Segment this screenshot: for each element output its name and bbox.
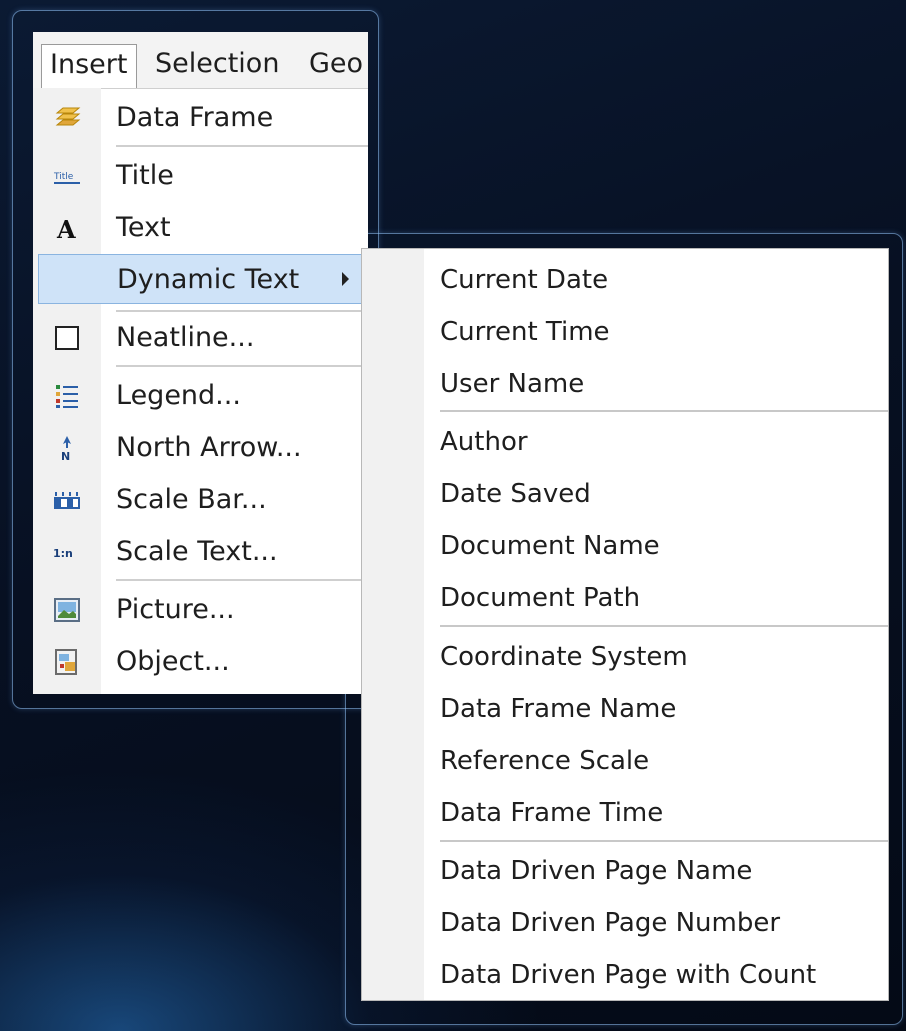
menu-item-picture[interactable]: Picture... xyxy=(33,585,368,635)
menu-separator xyxy=(116,365,368,367)
submenu-item-label: Data Driven Page with Count xyxy=(440,960,817,990)
menu-item-neatline[interactable]: Neatline... xyxy=(33,313,368,363)
submenu-item-data-driven-page-number[interactable]: Data Driven Page Number xyxy=(362,897,888,949)
svg-text:Title: Title xyxy=(53,172,74,182)
scale-text-icon: 1:n xyxy=(53,547,73,560)
submenu-item-data-frame-name[interactable]: Data Frame Name xyxy=(362,683,888,735)
menu-item-label: Scale Text... xyxy=(116,536,278,567)
insert-menu: Insert Selection Geo Data Frame Title Ti… xyxy=(33,32,368,694)
submenu-separator xyxy=(440,625,888,627)
north-arrow-icon: N xyxy=(61,436,71,462)
menu-item-scale-bar[interactable]: Scale Bar... xyxy=(33,475,368,525)
menu-separator xyxy=(116,145,368,147)
submenu-item-document-name[interactable]: Document Name xyxy=(362,520,888,572)
object-icon xyxy=(55,649,77,675)
menu-item-label: North Arrow... xyxy=(116,432,302,463)
dynamic-text-submenu: Current Date Current Time User Name Auth… xyxy=(361,248,889,1001)
submenu-separator xyxy=(440,410,888,412)
menu-item-title[interactable]: Title Title xyxy=(33,151,368,201)
text-icon: A xyxy=(56,215,76,242)
submenu-separator xyxy=(440,840,888,842)
menu-item-label: Legend... xyxy=(116,380,241,411)
submenu-item-label: Data Driven Page Number xyxy=(440,908,781,938)
menu-item-label: Dynamic Text xyxy=(117,264,300,295)
menu-separator xyxy=(116,310,368,312)
menu-item-dynamic-text[interactable]: Dynamic Text xyxy=(38,254,368,304)
submenu-item-data-driven-page-with-count[interactable]: Data Driven Page with Count xyxy=(362,949,888,1000)
menu-item-scale-text[interactable]: 1:n Scale Text... xyxy=(33,527,368,577)
submenu-item-label: Data Frame Time xyxy=(440,798,664,828)
submenu-item-label: Current Time xyxy=(440,317,610,347)
menu-item-label: Neatline... xyxy=(116,322,255,353)
neatline-icon xyxy=(55,326,79,350)
submenu-arrow-icon xyxy=(342,272,349,286)
submenu-item-label: Document Path xyxy=(440,583,641,613)
submenu-item-label: User Name xyxy=(440,369,585,399)
submenu-item-current-time[interactable]: Current Time xyxy=(362,306,888,358)
picture-icon xyxy=(54,598,80,622)
menu-item-data-frame[interactable]: Data Frame xyxy=(33,93,368,143)
submenu-item-label: Coordinate System xyxy=(440,642,688,672)
submenu-item-label: Data Driven Page Name xyxy=(440,856,753,886)
legend-icon xyxy=(56,385,78,408)
menubar: Insert Selection Geo xyxy=(33,32,368,89)
menubar-selection[interactable]: Selection xyxy=(155,44,279,88)
submenu-item-data-frame-time[interactable]: Data Frame Time xyxy=(362,787,888,839)
submenu-item-document-path[interactable]: Document Path xyxy=(362,572,888,624)
submenu-item-coordinate-system[interactable]: Coordinate System xyxy=(362,631,888,683)
svg-text:1:n: 1:n xyxy=(53,547,73,560)
menu-item-object[interactable]: Object... xyxy=(33,637,368,687)
scale-bar-icon xyxy=(54,492,80,509)
submenu-item-label: Current Date xyxy=(440,265,609,295)
submenu-item-label: Document Name xyxy=(440,531,660,561)
svg-text:A: A xyxy=(56,215,76,242)
menu-separator xyxy=(116,579,368,581)
menubar-insert[interactable]: Insert xyxy=(41,44,137,88)
data-frame-icon xyxy=(55,107,81,126)
menubar-geo[interactable]: Geo xyxy=(309,44,363,88)
submenu-item-author[interactable]: Author xyxy=(362,416,888,468)
submenu-item-label: Author xyxy=(440,427,528,457)
menu-item-text[interactable]: A Text xyxy=(33,203,368,253)
title-icon: Title xyxy=(53,172,80,184)
menu-item-label: Data Frame xyxy=(116,102,274,133)
menu-item-label: Scale Bar... xyxy=(116,484,267,515)
menu-item-legend[interactable]: Legend... xyxy=(33,371,368,421)
menu-item-label: Picture... xyxy=(116,594,235,625)
submenu-item-user-name[interactable]: User Name xyxy=(362,358,888,410)
submenu-item-label: Reference Scale xyxy=(440,746,650,776)
submenu-item-reference-scale[interactable]: Reference Scale xyxy=(362,735,888,787)
submenu-item-date-saved[interactable]: Date Saved xyxy=(362,468,888,520)
submenu-item-current-date[interactable]: Current Date xyxy=(362,254,888,306)
svg-text:N: N xyxy=(61,450,70,462)
submenu-item-label: Date Saved xyxy=(440,479,591,509)
menu-item-north-arrow[interactable]: N North Arrow... xyxy=(33,423,368,473)
menu-item-label: Text xyxy=(116,212,171,243)
submenu-item-label: Data Frame Name xyxy=(440,694,677,724)
menu-item-label: Title xyxy=(116,160,174,191)
menu-item-label: Object... xyxy=(116,646,230,677)
submenu-item-data-driven-page-name[interactable]: Data Driven Page Name xyxy=(362,845,888,897)
